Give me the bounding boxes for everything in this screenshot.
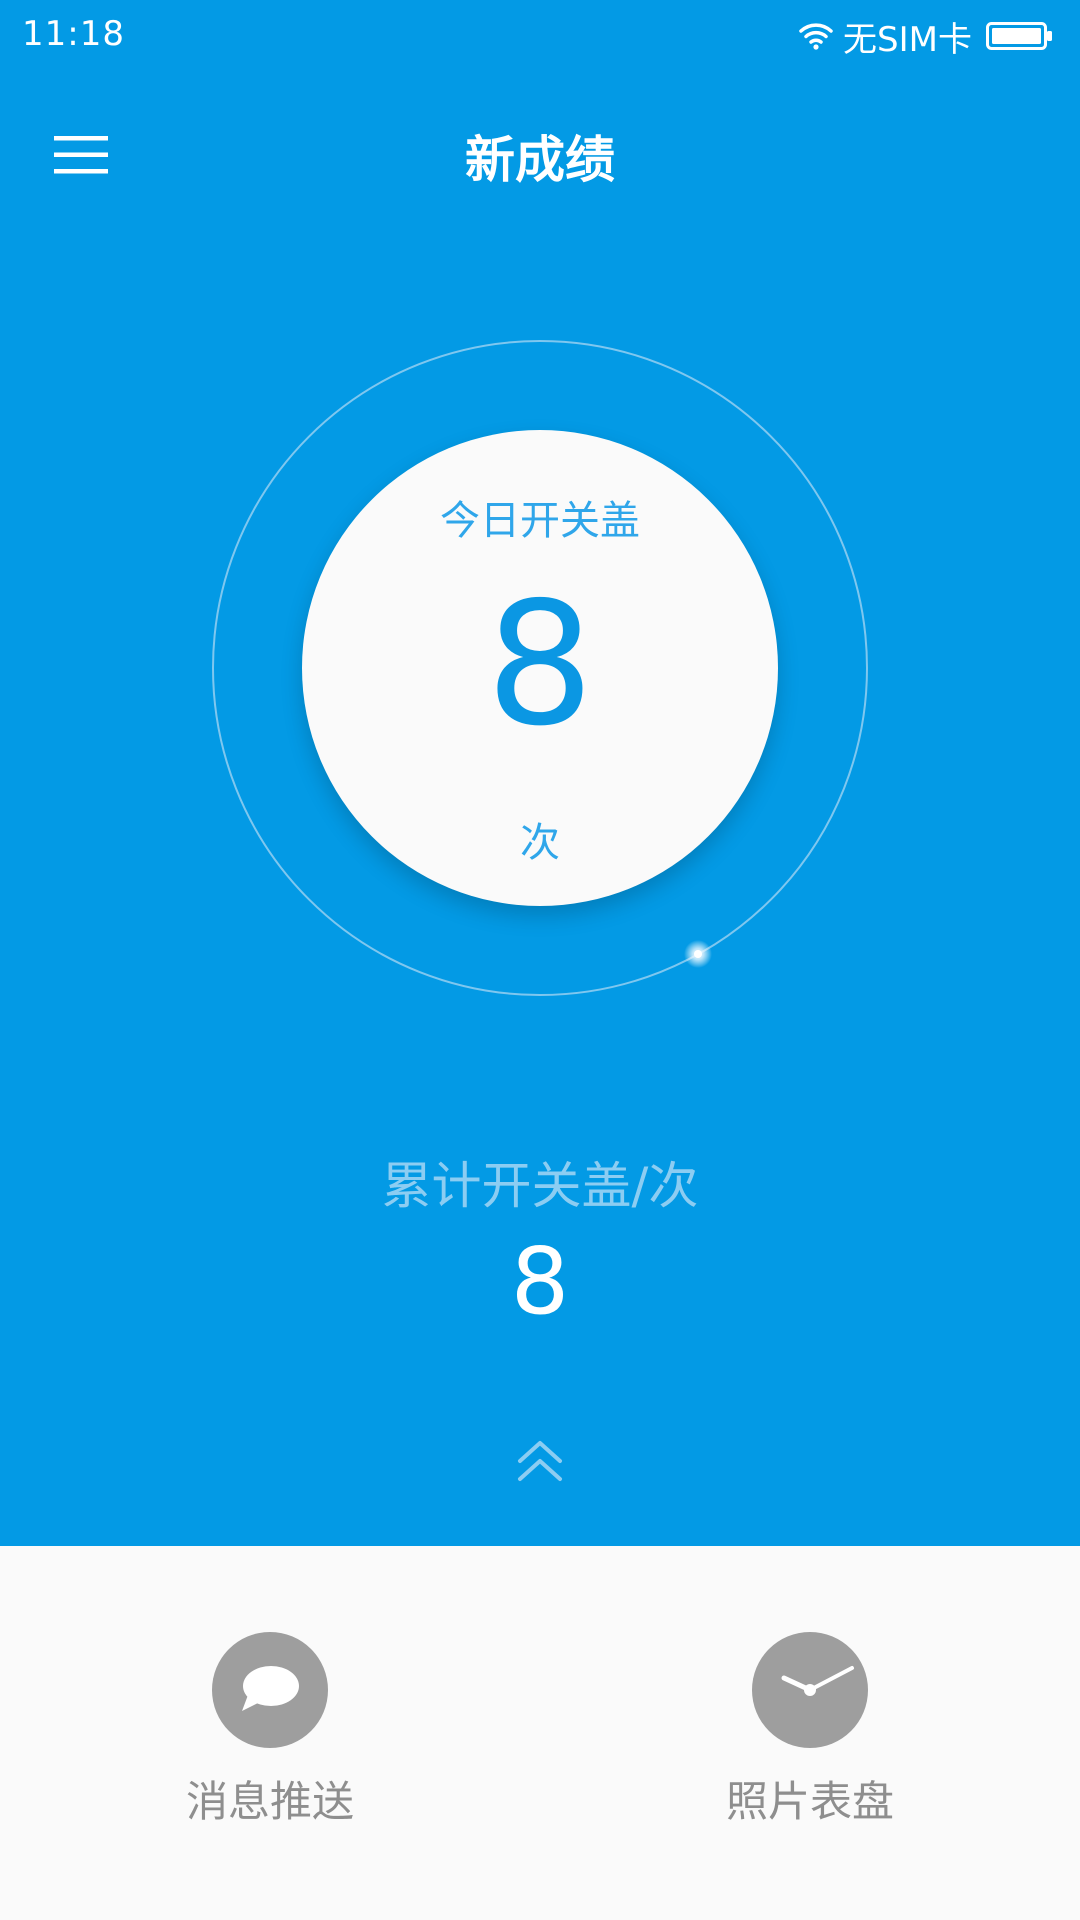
bottom-nav: 消息推送 照片表盘 [0, 1546, 1080, 1920]
today-unit: 次 [520, 820, 560, 866]
app-screen: 11:18 无SIM卡 新成绩 今日开关盖 8 次 累计开关盖/次 8 消息推送… [0, 0, 1080, 1920]
app-bar: 新成绩 [0, 80, 1080, 228]
nav-label-photo-watchface: 照片表盘 [725, 1777, 894, 1826]
status-bar: 11:18 无SIM卡 [0, 0, 1080, 72]
today-count-circle: 今日开关盖 8 次 [302, 430, 778, 906]
expand-button[interactable] [500, 1428, 580, 1498]
total-value: 8 [510, 1228, 570, 1335]
sim-status: 无SIM卡 [843, 19, 972, 60]
chat-bubble-icon [212, 1632, 328, 1748]
today-gauge: 今日开关盖 8 次 [210, 338, 870, 998]
nav-label-message-push: 消息推送 [185, 1777, 354, 1826]
total-label: 累计开关盖/次 [381, 1157, 699, 1215]
nav-item-message-push[interactable]: 消息推送 [120, 1632, 420, 1862]
status-indicators: 无SIM卡 [799, 12, 1054, 60]
today-label: 今日开关盖 [440, 498, 640, 544]
score-panel: 11:18 无SIM卡 新成绩 今日开关盖 8 次 累计开关盖/次 8 [0, 0, 1080, 1546]
battery-icon [986, 21, 1054, 51]
clock-icon [752, 1632, 868, 1748]
wifi-icon [799, 21, 833, 51]
double-chevron-up-icon [516, 1437, 564, 1489]
nav-item-photo-watchface[interactable]: 照片表盘 [660, 1632, 960, 1862]
page-title: 新成绩 [465, 131, 615, 189]
today-value: 8 [485, 566, 595, 764]
status-time: 11:18 [22, 14, 125, 54]
